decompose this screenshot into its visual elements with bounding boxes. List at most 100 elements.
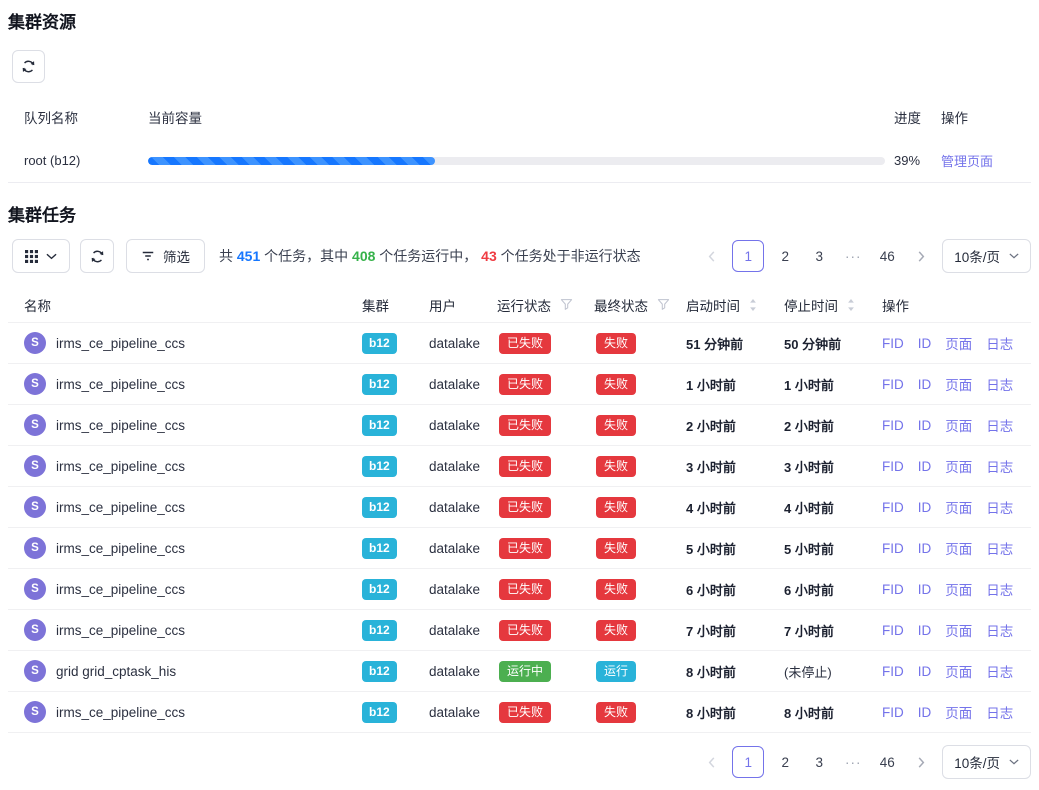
fid-link[interactable]: FID <box>882 459 904 474</box>
id-link[interactable]: ID <box>918 377 932 392</box>
id-link[interactable]: ID <box>918 459 932 474</box>
log-link[interactable]: 日志 <box>986 579 1013 599</box>
task-row[interactable]: S irms_ce_pipeline_ccs b12 datalake 已失败 … <box>8 446 1031 487</box>
page-link[interactable]: 页面 <box>945 415 972 435</box>
fid-link[interactable]: FID <box>882 623 904 638</box>
pagination-prev[interactable] <box>698 240 724 272</box>
column-header-label: 启动时间 <box>686 295 740 315</box>
column-header-final-status[interactable]: 最终状态 <box>586 295 678 315</box>
log-link[interactable]: 日志 <box>986 415 1013 435</box>
id-link[interactable]: ID <box>918 623 932 638</box>
pagination-next[interactable] <box>908 746 934 778</box>
tasks-table-header: 名称 集群 用户 运行状态 最终状态 启动时间 停止时间 操作 <box>8 287 1031 323</box>
pagination-page-3[interactable]: 3 <box>806 746 832 778</box>
page-link[interactable]: 页面 <box>945 702 972 722</box>
task-row[interactable]: S irms_ce_pipeline_ccs b12 datalake 已失败 … <box>8 364 1031 405</box>
id-link[interactable]: ID <box>918 500 932 515</box>
final-status-badge: 失败 <box>596 579 636 600</box>
task-start-time-cell: 1 小时前 <box>678 375 776 394</box>
task-row[interactable]: S irms_ce_pipeline_ccs b12 datalake 已失败 … <box>8 692 1031 733</box>
bottom-bar: 1 2 3 ··· 46 10条/页 <box>8 745 1031 779</box>
filter-funnel-icon[interactable] <box>657 298 670 311</box>
pagination-page-2[interactable]: 2 <box>772 240 798 272</box>
fid-link[interactable]: FID <box>882 500 904 515</box>
log-link[interactable]: 日志 <box>986 497 1013 517</box>
log-link[interactable]: 日志 <box>986 333 1013 353</box>
page-link[interactable]: 页面 <box>945 538 972 558</box>
fid-link[interactable]: FID <box>882 377 904 392</box>
sort-carets-icon[interactable] <box>847 298 855 312</box>
fid-link[interactable]: FID <box>882 541 904 556</box>
task-user-cell: datalake <box>421 377 489 392</box>
page-link[interactable]: 页面 <box>945 579 972 599</box>
stop-time: 3 小时前 <box>784 457 834 476</box>
task-row[interactable]: S irms_ce_pipeline_ccs b12 datalake 已失败 … <box>8 487 1031 528</box>
task-row[interactable]: S irms_ce_pipeline_ccs b12 datalake 已失败 … <box>8 528 1031 569</box>
task-avatar: S <box>24 414 46 436</box>
layout-grid-dropdown-button[interactable] <box>12 239 70 273</box>
task-cluster-cell: b12 <box>354 661 421 682</box>
column-header-run-status[interactable]: 运行状态 <box>489 295 586 315</box>
pagination-next[interactable] <box>908 240 934 272</box>
page-link[interactable]: 页面 <box>945 456 972 476</box>
id-link[interactable]: ID <box>918 336 932 351</box>
task-row[interactable]: S irms_ce_pipeline_ccs b12 datalake 已失败 … <box>8 405 1031 446</box>
pagination-page-1[interactable]: 1 <box>732 240 764 272</box>
pagination-ellipsis[interactable]: ··· <box>840 746 866 778</box>
queue-action-cell: 管理页面 <box>935 151 1031 170</box>
page-size-select[interactable]: 10条/页 <box>942 745 1031 779</box>
column-header-stop-time[interactable]: 停止时间 <box>776 295 874 315</box>
page-link[interactable]: 页面 <box>945 374 972 394</box>
page-link[interactable]: 页面 <box>945 620 972 640</box>
filter-button[interactable]: 筛选 <box>126 239 205 273</box>
pagination-page-2[interactable]: 2 <box>772 746 798 778</box>
pagination-bottom: 1 2 3 ··· 46 10条/页 <box>698 745 1031 779</box>
filter-funnel-icon[interactable] <box>560 298 573 311</box>
task-avatar: S <box>24 578 46 600</box>
tasks-refresh-button[interactable] <box>80 239 114 273</box>
page-size-label: 10条/页 <box>954 752 1000 772</box>
pagination-page-46[interactable]: 46 <box>874 240 900 272</box>
resources-refresh-button[interactable] <box>12 50 45 83</box>
column-header-start-time[interactable]: 启动时间 <box>678 295 776 315</box>
fid-link[interactable]: FID <box>882 582 904 597</box>
column-header-label: 最终状态 <box>594 295 648 315</box>
id-link[interactable]: ID <box>918 582 932 597</box>
id-link[interactable]: ID <box>918 418 932 433</box>
task-row[interactable]: S grid grid_cptask_his b12 datalake 运行中 … <box>8 651 1031 692</box>
pagination-prev[interactable] <box>698 746 724 778</box>
run-status-badge: 已失败 <box>499 333 551 354</box>
manage-page-link[interactable]: 管理页面 <box>941 154 993 169</box>
log-link[interactable]: 日志 <box>986 661 1013 681</box>
pagination-page-1[interactable]: 1 <box>732 746 764 778</box>
page-size-select[interactable]: 10条/页 <box>942 239 1031 273</box>
fid-link[interactable]: FID <box>882 418 904 433</box>
log-link[interactable]: 日志 <box>986 702 1013 722</box>
pagination-ellipsis[interactable]: ··· <box>840 240 866 272</box>
pagination-page-46[interactable]: 46 <box>874 746 900 778</box>
page-link[interactable]: 页面 <box>945 661 972 681</box>
log-link[interactable]: 日志 <box>986 620 1013 640</box>
task-row[interactable]: S irms_ce_pipeline_ccs b12 datalake 已失败 … <box>8 569 1031 610</box>
task-final-status-cell: 失败 <box>586 374 678 395</box>
log-link[interactable]: 日志 <box>986 456 1013 476</box>
fid-link[interactable]: FID <box>882 336 904 351</box>
page-link[interactable]: 页面 <box>945 497 972 517</box>
task-actions-cell: FID ID 页面日志 <box>874 702 1031 722</box>
task-row[interactable]: S irms_ce_pipeline_ccs b12 datalake 已失败 … <box>8 323 1031 364</box>
id-link[interactable]: ID <box>918 664 932 679</box>
resources-table: 队列名称 当前容量 进度 操作 root (b12) 39% 管理页面 <box>8 95 1031 183</box>
task-user-cell: datalake <box>421 459 489 474</box>
id-link[interactable]: ID <box>918 705 932 720</box>
sort-carets-icon[interactable] <box>749 298 757 312</box>
fid-link[interactable]: FID <box>882 705 904 720</box>
task-cluster-cell: b12 <box>354 497 421 518</box>
final-status-badge: 失败 <box>596 333 636 354</box>
page-link[interactable]: 页面 <box>945 333 972 353</box>
log-link[interactable]: 日志 <box>986 538 1013 558</box>
log-link[interactable]: 日志 <box>986 374 1013 394</box>
task-row[interactable]: S irms_ce_pipeline_ccs b12 datalake 已失败 … <box>8 610 1031 651</box>
fid-link[interactable]: FID <box>882 664 904 679</box>
id-link[interactable]: ID <box>918 541 932 556</box>
pagination-page-3[interactable]: 3 <box>806 240 832 272</box>
